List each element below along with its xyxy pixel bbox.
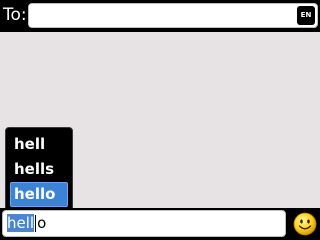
recipient-bar: To: EN [0,0,320,32]
message-input[interactable]: hell o [2,210,286,237]
selected-text: hell [7,214,35,232]
smiley-face-icon[interactable] [293,212,317,236]
to-label: To: [3,5,27,25]
suggestion-item[interactable]: hells [10,157,68,182]
suggestion-item-selected[interactable]: hello [10,182,68,207]
suggestion-item[interactable]: hell [10,132,68,157]
input-language-badge[interactable]: EN [297,6,315,25]
remaining-text: o [37,214,47,232]
text-caret [35,215,37,232]
compose-bar: hell o [0,208,320,240]
recipient-input[interactable]: EN [28,3,318,28]
autocomplete-popup: hell hells hello [5,127,73,213]
